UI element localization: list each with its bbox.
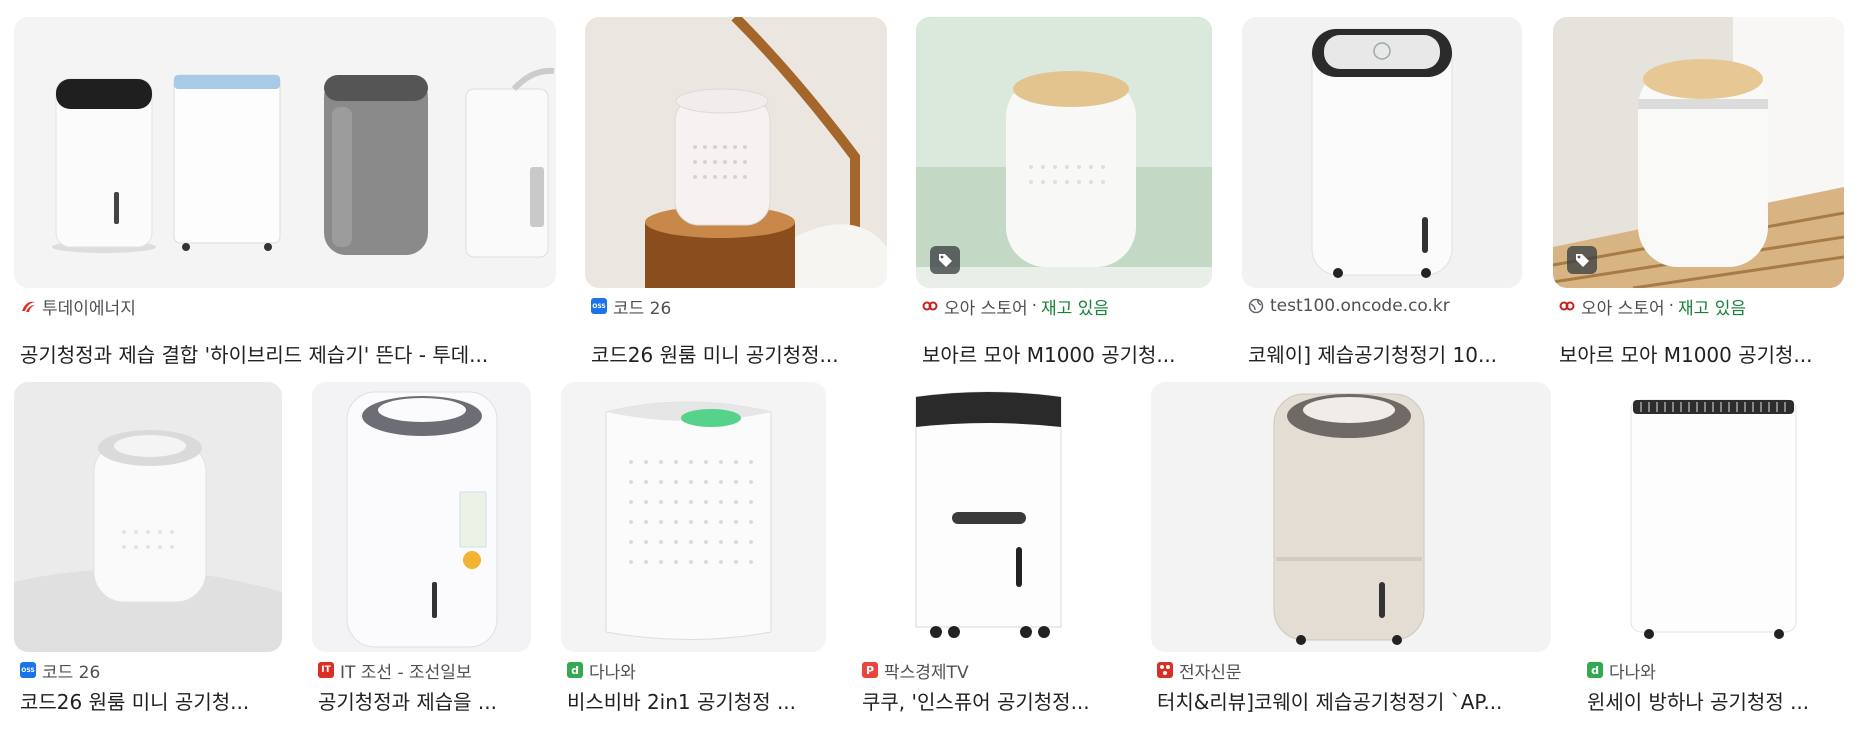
result-source[interactable]: d 다나와 bbox=[1587, 659, 1656, 681]
result-title[interactable]: 코드26 원룸 미니 공기청... bbox=[20, 688, 282, 716]
result-source[interactable]: P 팍스경제TV bbox=[862, 659, 969, 681]
source-name: 다나와 bbox=[1609, 662, 1656, 682]
result-thumbnail[interactable] bbox=[312, 382, 531, 652]
result-title[interactable]: 코드26 원룸 미니 공기청정... bbox=[591, 341, 887, 369]
price-tag-icon[interactable] bbox=[1567, 246, 1597, 274]
globe-icon bbox=[1248, 298, 1264, 314]
source-name: IT 조선 - 조선일보 bbox=[340, 662, 472, 682]
perforated-purifier-image bbox=[605, 401, 772, 640]
result-title[interactable]: 비스비바 2in1 공기청정 ... bbox=[567, 688, 826, 716]
result-thumbnail[interactable] bbox=[14, 17, 556, 288]
source-name: 오아 스토어 bbox=[944, 298, 1028, 318]
result-source[interactable]: 오아 스토어 · 재고 있음 bbox=[1559, 295, 1746, 317]
result-thumbnail[interactable] bbox=[856, 382, 1121, 652]
mini-purifier-on-stool-image bbox=[585, 17, 887, 288]
result-thumbnail[interactable] bbox=[14, 382, 282, 652]
danawa-icon: d bbox=[567, 662, 583, 678]
wood-top-purifier-bedroom-image bbox=[1553, 17, 1844, 288]
result-thumbnail[interactable] bbox=[585, 17, 887, 288]
result-thumbnail[interactable] bbox=[1553, 17, 1844, 288]
result-thumbnail[interactable] bbox=[916, 17, 1212, 288]
result-title[interactable]: 보아르 모아 M1000 공기청... bbox=[1559, 341, 1844, 369]
result-title[interactable]: 윈세이 방하나 공기청정 ... bbox=[1587, 688, 1844, 716]
result-thumbnail[interactable] bbox=[1581, 382, 1844, 652]
mini-purifier-on-cloth-image bbox=[14, 382, 282, 652]
price-tag-icon[interactable] bbox=[930, 246, 960, 274]
winsay-purifier-image bbox=[1630, 399, 1797, 639]
source-name: 팍스경제TV bbox=[884, 662, 969, 682]
etnews-icon bbox=[1157, 662, 1173, 678]
stock-status: 재고 있음 bbox=[1041, 298, 1109, 318]
oa-icon bbox=[1559, 298, 1575, 314]
hybrid-dehumidifier-image bbox=[346, 391, 498, 648]
result-thumbnail[interactable] bbox=[1151, 382, 1551, 652]
wood-top-purifier-image bbox=[916, 17, 1212, 288]
result-title[interactable]: 공기청정과 제습을 ... bbox=[318, 688, 531, 716]
code26-icon: OSS bbox=[591, 298, 607, 314]
result-title[interactable]: 터치&리뷰]코웨이 제습공기청정기 `AP... bbox=[1157, 688, 1551, 716]
result-source[interactable]: test100.oncode.co.kr bbox=[1248, 295, 1450, 317]
source-name: 코드 26 bbox=[42, 662, 101, 682]
source-name: 투데이에너지 bbox=[42, 298, 136, 318]
result-title[interactable]: 코웨이] 제습공기청정기 10... bbox=[1248, 341, 1522, 369]
source-name: 다나와 bbox=[589, 662, 636, 682]
result-source[interactable]: d 다나와 bbox=[567, 659, 636, 681]
stock-status: 재고 있음 bbox=[1678, 298, 1746, 318]
result-title[interactable]: 쿠쿠, '인스퓨어 공기청정... bbox=[862, 688, 1121, 716]
result-title[interactable]: 공기청정과 제습 결합 '하이브리드 제습기' 뜬다 - 투데... bbox=[20, 341, 556, 369]
danawa-icon: d bbox=[1587, 662, 1603, 678]
result-source[interactable]: OSS 코드 26 bbox=[591, 295, 671, 317]
code26-icon: OSS bbox=[20, 662, 36, 678]
paxtv-icon: P bbox=[862, 662, 878, 678]
source-name: 오아 스토어 bbox=[1581, 298, 1665, 318]
coway-ap-dehumidifier-image bbox=[1273, 393, 1425, 645]
result-source[interactable]: 전자신문 bbox=[1157, 659, 1242, 681]
source-name: 코드 26 bbox=[613, 298, 672, 318]
separator-dot: · bbox=[1031, 296, 1038, 316]
it-icon: IT bbox=[318, 662, 334, 678]
result-source[interactable]: 오아 스토어 · 재고 있음 bbox=[922, 295, 1109, 317]
result-title[interactable]: 보아르 모아 M1000 공기청... bbox=[922, 341, 1212, 369]
cuckoo-dehumidifier-image bbox=[915, 391, 1062, 638]
result-source[interactable]: OSS 코드 26 bbox=[20, 659, 100, 681]
oa-icon bbox=[922, 298, 938, 314]
result-thumbnail[interactable] bbox=[1242, 17, 1522, 288]
dehumidifier-lineup-image bbox=[52, 67, 555, 258]
swoosh-icon bbox=[20, 298, 36, 314]
source-name: test100.oncode.co.kr bbox=[1270, 296, 1450, 316]
result-source[interactable]: 투데이에너지 bbox=[20, 295, 136, 317]
source-name: 전자신문 bbox=[1179, 662, 1242, 682]
separator-dot: · bbox=[1668, 296, 1675, 316]
coway-dehumidifier-image bbox=[1311, 28, 1453, 278]
result-thumbnail[interactable] bbox=[561, 382, 826, 652]
result-source[interactable]: IT IT 조선 - 조선일보 bbox=[318, 659, 472, 681]
